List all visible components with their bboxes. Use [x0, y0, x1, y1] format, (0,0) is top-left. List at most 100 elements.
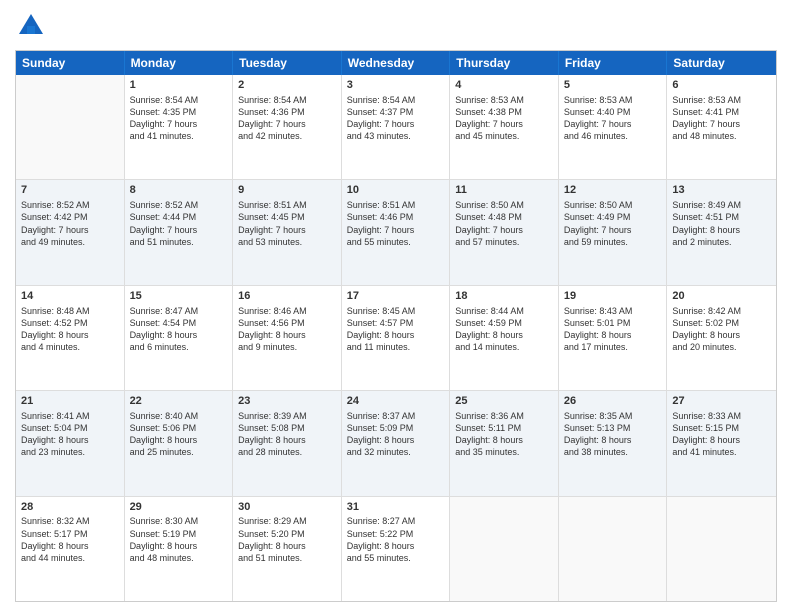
cell-line: Daylight: 8 hours — [455, 434, 553, 446]
calendar-cell: 6Sunrise: 8:53 AMSunset: 4:41 PMDaylight… — [667, 75, 776, 179]
cell-line: Sunrise: 8:48 AM — [21, 305, 119, 317]
cell-line: and 4 minutes. — [21, 341, 119, 353]
header — [15, 10, 777, 42]
calendar-row: 28Sunrise: 8:32 AMSunset: 5:17 PMDayligh… — [16, 497, 776, 601]
day-number: 19 — [564, 289, 662, 304]
cell-line: Daylight: 8 hours — [21, 540, 119, 552]
calendar-cell: 28Sunrise: 8:32 AMSunset: 5:17 PMDayligh… — [16, 497, 125, 601]
cell-line: and 41 minutes. — [672, 446, 771, 458]
cell-line: and 53 minutes. — [238, 236, 336, 248]
cell-line: Sunrise: 8:46 AM — [238, 305, 336, 317]
day-number: 15 — [130, 289, 228, 304]
cell-line: and 51 minutes. — [130, 236, 228, 248]
day-number: 21 — [21, 394, 119, 409]
day-number: 26 — [564, 394, 662, 409]
cell-line: Sunset: 5:08 PM — [238, 422, 336, 434]
calendar-cell: 13Sunrise: 8:49 AMSunset: 4:51 PMDayligh… — [667, 180, 776, 284]
cell-line: Daylight: 8 hours — [672, 329, 771, 341]
cell-line: Daylight: 7 hours — [238, 224, 336, 236]
cell-line: and 55 minutes. — [347, 236, 445, 248]
cell-line: and 45 minutes. — [455, 130, 553, 142]
cell-line: and 28 minutes. — [238, 446, 336, 458]
day-number: 23 — [238, 394, 336, 409]
cell-line: Sunset: 4:54 PM — [130, 317, 228, 329]
day-number: 29 — [130, 500, 228, 515]
calendar-cell: 19Sunrise: 8:43 AMSunset: 5:01 PMDayligh… — [559, 286, 668, 390]
cell-line: Daylight: 8 hours — [238, 329, 336, 341]
calendar-cell: 2Sunrise: 8:54 AMSunset: 4:36 PMDaylight… — [233, 75, 342, 179]
cell-line: Daylight: 8 hours — [455, 329, 553, 341]
cell-line: Daylight: 8 hours — [21, 329, 119, 341]
calendar-cell — [667, 497, 776, 601]
calendar-cell: 14Sunrise: 8:48 AMSunset: 4:52 PMDayligh… — [16, 286, 125, 390]
cell-line: Sunrise: 8:33 AM — [672, 410, 771, 422]
calendar-cell: 20Sunrise: 8:42 AMSunset: 5:02 PMDayligh… — [667, 286, 776, 390]
calendar-cell: 7Sunrise: 8:52 AMSunset: 4:42 PMDaylight… — [16, 180, 125, 284]
cell-line: Sunset: 5:02 PM — [672, 317, 771, 329]
calendar-cell: 25Sunrise: 8:36 AMSunset: 5:11 PMDayligh… — [450, 391, 559, 495]
day-number: 4 — [455, 78, 553, 93]
cell-line: Sunset: 5:22 PM — [347, 528, 445, 540]
cell-line: Sunset: 5:15 PM — [672, 422, 771, 434]
cell-line: Daylight: 8 hours — [21, 434, 119, 446]
cell-line: Sunrise: 8:51 AM — [347, 199, 445, 211]
cell-line: and 48 minutes. — [672, 130, 771, 142]
cell-line: and 46 minutes. — [564, 130, 662, 142]
calendar-cell: 27Sunrise: 8:33 AMSunset: 5:15 PMDayligh… — [667, 391, 776, 495]
cell-line: and 6 minutes. — [130, 341, 228, 353]
cell-line: Sunrise: 8:43 AM — [564, 305, 662, 317]
calendar-header-cell: Tuesday — [233, 51, 342, 75]
cell-line: and 2 minutes. — [672, 236, 771, 248]
calendar-cell: 30Sunrise: 8:29 AMSunset: 5:20 PMDayligh… — [233, 497, 342, 601]
cell-line: and 51 minutes. — [238, 552, 336, 564]
calendar-cell: 22Sunrise: 8:40 AMSunset: 5:06 PMDayligh… — [125, 391, 234, 495]
cell-line: and 14 minutes. — [455, 341, 553, 353]
cell-line: Daylight: 8 hours — [238, 434, 336, 446]
cell-line: Daylight: 8 hours — [238, 540, 336, 552]
calendar-cell: 18Sunrise: 8:44 AMSunset: 4:59 PMDayligh… — [450, 286, 559, 390]
cell-line: and 43 minutes. — [347, 130, 445, 142]
day-number: 5 — [564, 78, 662, 93]
day-number: 25 — [455, 394, 553, 409]
cell-line: Daylight: 8 hours — [130, 329, 228, 341]
cell-line: and 23 minutes. — [21, 446, 119, 458]
cell-line: Daylight: 7 hours — [21, 224, 119, 236]
day-number: 17 — [347, 289, 445, 304]
cell-line: and 35 minutes. — [455, 446, 553, 458]
calendar-cell: 26Sunrise: 8:35 AMSunset: 5:13 PMDayligh… — [559, 391, 668, 495]
day-number: 20 — [672, 289, 771, 304]
cell-line: Sunrise: 8:51 AM — [238, 199, 336, 211]
calendar-cell: 1Sunrise: 8:54 AMSunset: 4:35 PMDaylight… — [125, 75, 234, 179]
cell-line: Sunrise: 8:47 AM — [130, 305, 228, 317]
cell-line: and 44 minutes. — [21, 552, 119, 564]
cell-line: and 32 minutes. — [347, 446, 445, 458]
cell-line: Daylight: 7 hours — [455, 118, 553, 130]
calendar-cell: 23Sunrise: 8:39 AMSunset: 5:08 PMDayligh… — [233, 391, 342, 495]
cell-line: and 59 minutes. — [564, 236, 662, 248]
day-number: 31 — [347, 500, 445, 515]
cell-line: Sunset: 4:46 PM — [347, 211, 445, 223]
calendar-cell: 11Sunrise: 8:50 AMSunset: 4:48 PMDayligh… — [450, 180, 559, 284]
calendar-cell: 4Sunrise: 8:53 AMSunset: 4:38 PMDaylight… — [450, 75, 559, 179]
day-number: 16 — [238, 289, 336, 304]
cell-line: Sunset: 5:09 PM — [347, 422, 445, 434]
cell-line: Sunrise: 8:35 AM — [564, 410, 662, 422]
calendar-cell: 5Sunrise: 8:53 AMSunset: 4:40 PMDaylight… — [559, 75, 668, 179]
cell-line: Sunset: 5:01 PM — [564, 317, 662, 329]
cell-line: Sunrise: 8:53 AM — [564, 94, 662, 106]
calendar-row: 7Sunrise: 8:52 AMSunset: 4:42 PMDaylight… — [16, 180, 776, 285]
day-number: 14 — [21, 289, 119, 304]
calendar-header-cell: Sunday — [16, 51, 125, 75]
cell-line: Sunrise: 8:45 AM — [347, 305, 445, 317]
cell-line: Sunset: 4:40 PM — [564, 106, 662, 118]
cell-line: Sunset: 4:49 PM — [564, 211, 662, 223]
calendar-cell: 17Sunrise: 8:45 AMSunset: 4:57 PMDayligh… — [342, 286, 451, 390]
cell-line: Sunset: 4:38 PM — [455, 106, 553, 118]
cell-line: Daylight: 7 hours — [130, 224, 228, 236]
cell-line: Sunrise: 8:52 AM — [21, 199, 119, 211]
day-number: 7 — [21, 183, 119, 198]
calendar: SundayMondayTuesdayWednesdayThursdayFrid… — [15, 50, 777, 602]
day-number: 22 — [130, 394, 228, 409]
cell-line: Sunrise: 8:36 AM — [455, 410, 553, 422]
cell-line: Sunrise: 8:49 AM — [672, 199, 771, 211]
